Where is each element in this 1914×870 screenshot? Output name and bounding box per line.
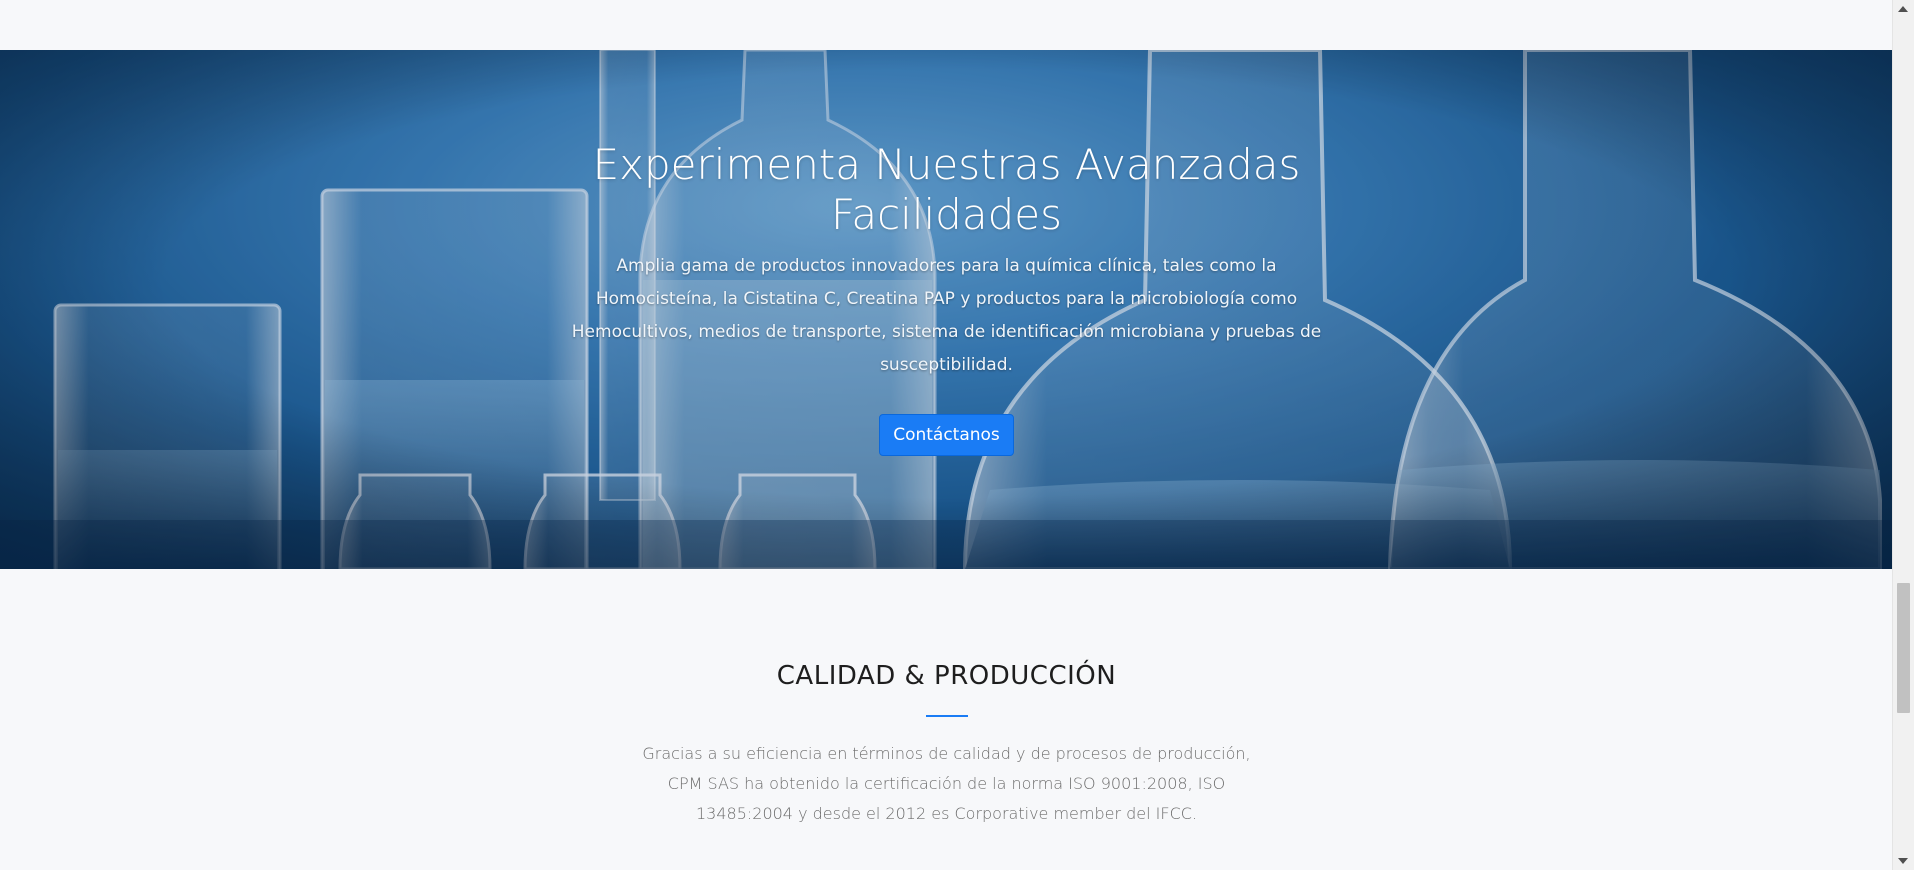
scrollbar-thumb[interactable]	[1897, 583, 1910, 713]
hero-description: Amplia gama de productos innovadores par…	[571, 256, 1322, 375]
hero-banner: Experimenta Nuestras Avanzadas Facilidad…	[0, 50, 1893, 569]
hero-title: Experimenta Nuestras Avanzadas Facilidad…	[592, 140, 1301, 239]
page: Experimenta Nuestras Avanzadas Facilidad…	[0, 0, 1893, 870]
chevron-up-icon[interactable]	[1898, 6, 1908, 12]
quality-description: Gracias a su eficiencia en términos de c…	[642, 744, 1251, 823]
quality-title: CALIDAD & PRODUCCIÓN	[776, 661, 1117, 691]
vertical-scrollbar[interactable]	[1892, 0, 1914, 870]
hero-content: Experimenta Nuestras Avanzadas Facilidad…	[0, 140, 1893, 456]
contact-button[interactable]: Contáctanos	[879, 414, 1014, 456]
quality-section: CALIDAD & PRODUCCIÓN Gracias a su eficie…	[0, 569, 1893, 829]
title-divider	[925, 715, 968, 717]
chevron-down-icon[interactable]	[1898, 858, 1908, 864]
